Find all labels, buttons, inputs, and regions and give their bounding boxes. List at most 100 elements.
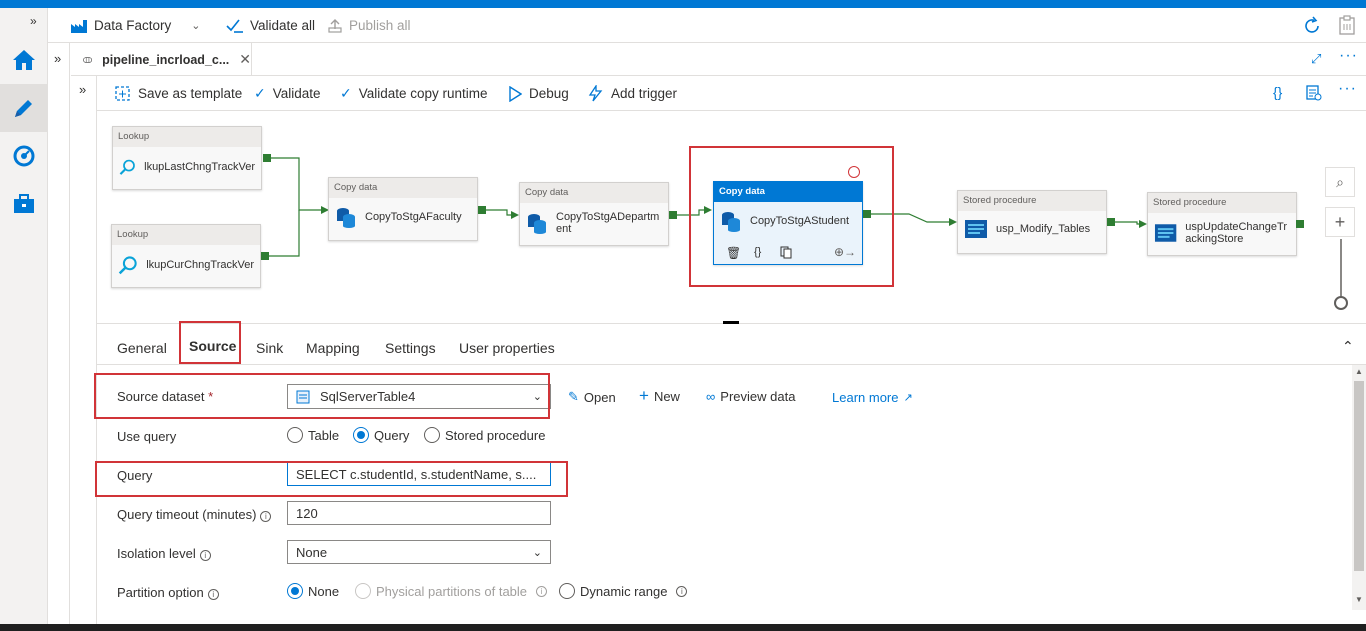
- activity-lookup-current[interactable]: Lookup lkupCurChngTrackVer: [111, 224, 261, 288]
- tab-mapping[interactable]: Mapping: [306, 330, 360, 365]
- info-icon[interactable]: i: [536, 585, 548, 597]
- discard-clipboard-icon[interactable]: [1338, 15, 1356, 40]
- home-nav-button[interactable]: [0, 36, 48, 84]
- info-icon[interactable]: i: [676, 585, 688, 597]
- success-port[interactable]: [1296, 220, 1304, 228]
- more-options-icon[interactable]: ···: [1338, 80, 1357, 98]
- toolbox-icon: [14, 194, 34, 213]
- scroll-up-icon[interactable]: ▲: [1355, 367, 1363, 376]
- learn-more-link[interactable]: Learn more ↗: [832, 390, 913, 405]
- publish-all-button[interactable]: Publish all: [327, 8, 411, 43]
- tab-sink[interactable]: Sink: [256, 330, 283, 365]
- radio-query[interactable]: Query: [353, 427, 409, 443]
- top-header-strip: [0, 0, 1366, 8]
- info-icon[interactable]: i: [199, 550, 211, 561]
- radio-stored-procedure[interactable]: Stored procedure: [424, 427, 545, 443]
- highlight-box-activity: [689, 146, 894, 287]
- info-icon[interactable]: i: [260, 511, 272, 522]
- monitor-gauge-icon: [13, 145, 35, 167]
- template-icon: [115, 86, 130, 101]
- activity-lookup-last[interactable]: Lookup lkupLastChngTrackVer: [112, 126, 262, 190]
- success-port[interactable]: [261, 252, 269, 260]
- activity-copy-department[interactable]: Copy data CopyToStgADepartment: [519, 182, 669, 246]
- scrollbar-thumb[interactable]: [1354, 381, 1364, 571]
- save-as-template-button[interactable]: Save as template: [114, 76, 242, 111]
- panel-resize-handle[interactable]: [723, 321, 739, 324]
- activity-name-label: usp_Modify_Tables: [996, 223, 1091, 235]
- stored-procedure-icon: [965, 220, 987, 238]
- radio-physical-partitions[interactable]: Physical partitions of table i: [355, 583, 548, 599]
- expand-resources-icon[interactable]: »: [54, 51, 61, 66]
- partition-option-label: Partition option i: [117, 585, 219, 600]
- validate-all-label: Validate all: [250, 18, 316, 33]
- tab-general[interactable]: General: [117, 330, 167, 365]
- radio-table[interactable]: Table: [287, 427, 339, 443]
- database-icon: [337, 208, 355, 228]
- tab-settings[interactable]: Settings: [385, 330, 436, 365]
- success-port[interactable]: [263, 154, 271, 162]
- success-port[interactable]: [478, 206, 486, 214]
- factory-toolbar: Data Factory ⌄ Validate all Publish all: [48, 8, 1366, 43]
- plus-icon: +: [639, 386, 649, 405]
- isolation-level-select[interactable]: None ⌄: [287, 540, 551, 564]
- validate-copy-runtime-button[interactable]: ✓ Validate copy runtime: [340, 76, 488, 111]
- save-as-template-label: Save as template: [138, 86, 243, 101]
- use-query-label: Use query: [117, 429, 177, 444]
- validate-button[interactable]: ✓ Validate: [254, 76, 321, 111]
- refresh-icon[interactable]: [1302, 16, 1322, 41]
- pipeline-canvas[interactable]: Lookup lkupLastChngTrackVer Lookup lkupC…: [97, 111, 1366, 324]
- panel-scrollbar[interactable]: ▲ ▼: [1352, 365, 1366, 610]
- expand-activities-icon[interactable]: »: [79, 82, 86, 97]
- close-icon[interactable]: ✕: [239, 51, 251, 68]
- zoom-slider-track[interactable]: [1340, 239, 1342, 299]
- checkmark-icon: ✓: [340, 85, 352, 101]
- collapse-panel-icon[interactable]: ⌃: [1342, 338, 1354, 355]
- scroll-down-icon[interactable]: ▼: [1355, 595, 1363, 604]
- expand-chevron-icon[interactable]: »: [30, 14, 37, 28]
- zoom-slider-thumb[interactable]: [1334, 296, 1348, 310]
- zoom-search-icon[interactable]: ⌕: [1325, 167, 1355, 197]
- activity-copy-faculty[interactable]: Copy data CopyToStgAFaculty: [328, 177, 478, 241]
- info-icon[interactable]: i: [207, 589, 219, 600]
- pipeline-tab-title: pipeline_incrload_c...: [102, 52, 230, 67]
- pencil-icon: [15, 100, 32, 117]
- factory-name: Data Factory: [94, 18, 172, 33]
- lightning-icon: [588, 85, 603, 102]
- radio-dynamic-range[interactable]: Dynamic range i: [559, 583, 688, 599]
- manage-nav-button[interactable]: [0, 180, 48, 228]
- success-port[interactable]: [669, 211, 677, 219]
- highlight-box-source-tab: [179, 321, 241, 364]
- properties-icon[interactable]: [1305, 84, 1322, 106]
- activity-sp-modify-tables[interactable]: Stored procedure usp_Modify_Tables: [957, 190, 1107, 254]
- stored-procedure-icon: [1154, 224, 1177, 242]
- validate-label: Validate: [272, 86, 321, 101]
- more-options-icon[interactable]: ···: [1339, 47, 1358, 65]
- monitor-nav-button[interactable]: [0, 132, 48, 180]
- activities-collapsed-pane: »: [71, 76, 97, 631]
- preview-data-button[interactable]: ∞ Preview data: [706, 389, 795, 404]
- pipeline-tab[interactable]: pipeline_incrload_c... ✕: [71, 43, 252, 76]
- author-nav-button[interactable]: [0, 84, 48, 132]
- zoom-in-icon[interactable]: +: [1325, 207, 1355, 237]
- activity-name-label: lkupLastChngTrackVer: [144, 161, 255, 173]
- code-braces-icon[interactable]: {}: [1273, 84, 1282, 100]
- validate-all-button[interactable]: Validate all: [226, 8, 315, 43]
- new-dataset-button[interactable]: + New: [639, 386, 680, 406]
- activity-name-label: CopyToStgAFaculty: [365, 211, 462, 223]
- success-port[interactable]: [1107, 218, 1115, 226]
- factory-icon: [71, 19, 87, 33]
- activity-sp-update-change-tracking[interactable]: Stored procedure uspUpdateChangeTracking…: [1147, 192, 1297, 256]
- glasses-icon: ∞: [706, 389, 716, 404]
- debug-button[interactable]: Debug: [508, 76, 569, 111]
- query-timeout-input[interactable]: 120: [287, 501, 551, 525]
- add-trigger-button[interactable]: Add trigger: [587, 76, 677, 111]
- maximize-icon[interactable]: ⤢: [1311, 51, 1321, 67]
- open-dataset-button[interactable]: ✎ Open: [568, 389, 616, 405]
- radio-partition-none[interactable]: None: [287, 583, 339, 599]
- factory-selector[interactable]: Data Factory ⌄: [70, 8, 201, 43]
- validate-copy-runtime-label: Validate copy runtime: [358, 86, 488, 101]
- pencil-icon: ✎: [568, 389, 579, 404]
- activity-type-label: Stored procedure: [1148, 193, 1296, 213]
- tab-user-properties[interactable]: User properties: [459, 330, 555, 365]
- home-icon: [13, 50, 35, 70]
